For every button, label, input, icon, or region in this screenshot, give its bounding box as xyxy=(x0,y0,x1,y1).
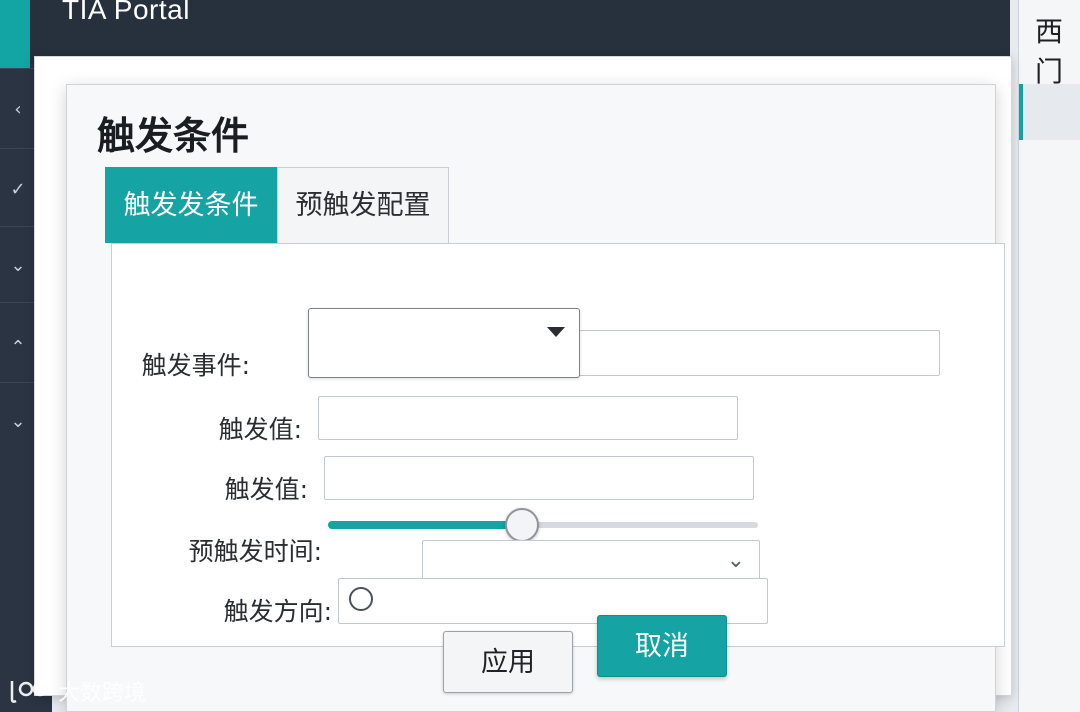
trigger-condition-dialog: 触发条件 触发发条件 预触发配置 触发事件: 触发值: 触发值: 预触发时间: … xyxy=(66,84,1005,712)
slider-thumb[interactable] xyxy=(505,508,539,542)
trigger-value-input[interactable] xyxy=(318,396,738,440)
watermark-text: 大数跨境 xyxy=(58,681,147,706)
background-panel-title: 西门 xyxy=(1035,15,1064,88)
background-panel-row[interactable] xyxy=(1019,84,1080,140)
tab-trigger-condition[interactable]: 触发发条件 xyxy=(105,167,277,243)
app-title: TIA Portal xyxy=(62,0,190,25)
slider-fill xyxy=(328,521,522,529)
background-panel-row-marker xyxy=(1019,84,1023,140)
sidebar-chevron-down-icon[interactable]: ⌄ xyxy=(4,408,32,436)
trigger-event-label: 触发事件: xyxy=(141,351,250,380)
chevron-down-icon: ⌄ xyxy=(726,547,745,572)
sidebar-chevron-down-icon[interactable]: ⌄ xyxy=(4,252,32,280)
trigger-event-dropdown[interactable] xyxy=(308,308,580,378)
sidebar-chevron-up-icon[interactable]: ⌃ xyxy=(4,334,32,362)
sidebar-collapse-icon[interactable]: ‹ xyxy=(4,96,32,124)
dialog-title: 触发条件 xyxy=(97,114,250,158)
trigger-direction-label: 触发方向: xyxy=(223,597,332,626)
radio-button-icon[interactable] xyxy=(349,587,373,611)
watermark: 大数跨境 xyxy=(8,674,146,708)
trigger-value-label: 触发值: xyxy=(218,415,302,444)
pretrigger-time-label: 预触发时间: xyxy=(188,537,322,566)
app-titlebar: TIA Portal xyxy=(30,0,1010,64)
sidebar-check-icon[interactable]: ✓ xyxy=(4,176,32,204)
trigger-value-input[interactable] xyxy=(324,456,754,500)
tab-pretrigger-config[interactable]: 预触发配置 xyxy=(277,167,449,243)
sidebar-active-marker xyxy=(0,0,30,68)
cancel-button[interactable]: 取消 xyxy=(597,615,727,677)
tab-content-panel: 触发事件: 触发值: 触发值: 预触发时间: ⌄ 触发方向: xyxy=(111,243,1005,647)
apply-button[interactable]: 应用 xyxy=(443,631,573,693)
watermark-logo-icon xyxy=(10,681,48,703)
background-panel: 西门 xyxy=(1018,0,1080,712)
dropdown-caret-icon xyxy=(547,327,565,337)
trigger-value-label: 触发值: xyxy=(224,475,308,504)
